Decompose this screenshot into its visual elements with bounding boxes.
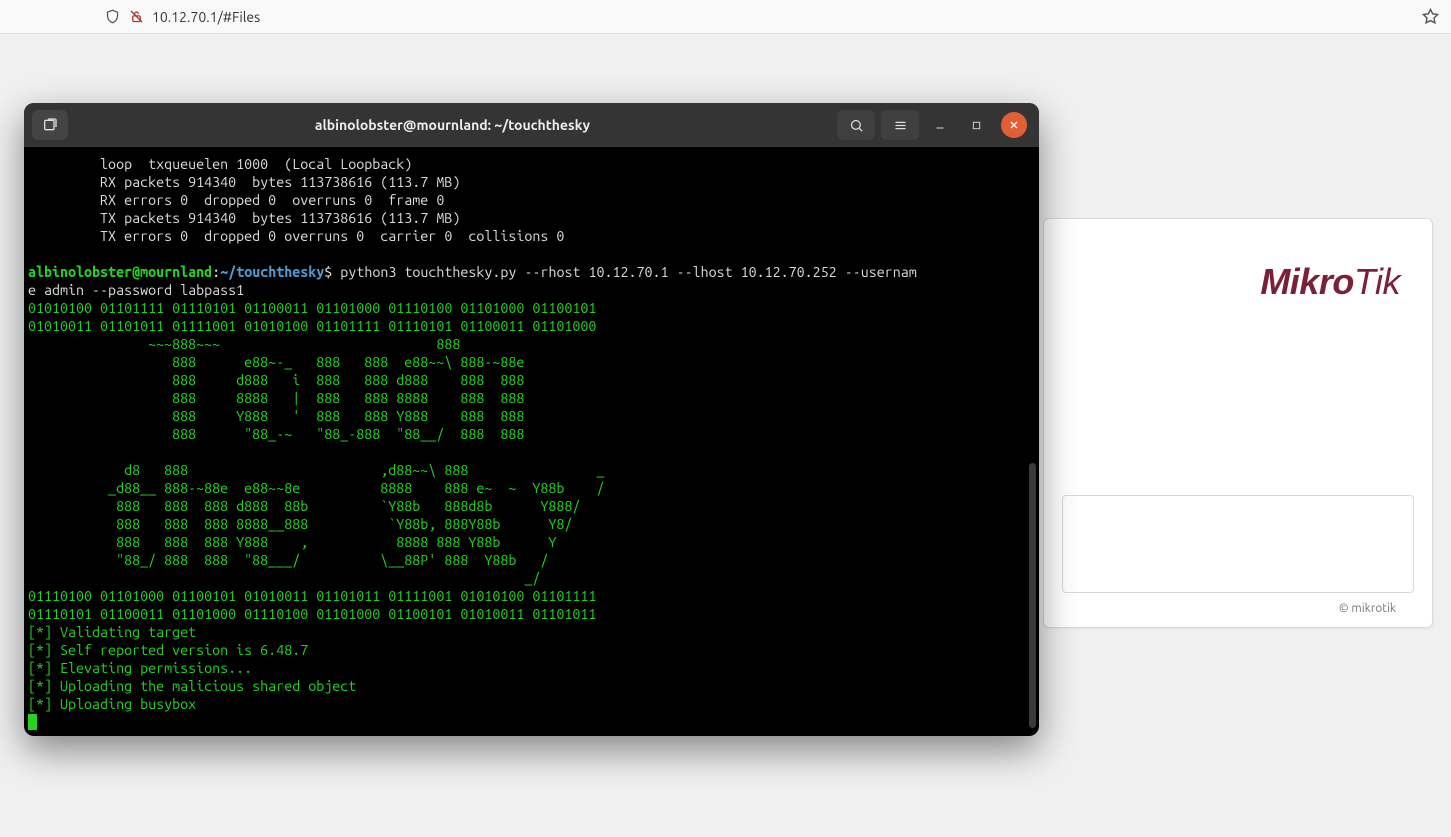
lock-slash-icon[interactable] (128, 9, 144, 25)
terminal-scrollbar[interactable] (1029, 463, 1036, 728)
mikrotik-footer: © mikrotik (1339, 602, 1396, 615)
prompt-user: albinolobster (28, 264, 132, 280)
ifconfig-output: loop txqueuelen 1000 (Local Loopback) RX… (28, 156, 564, 244)
hamburger-menu-button[interactable] (881, 110, 919, 140)
shield-icon[interactable] (104, 9, 120, 25)
mikrotik-logo: MikroTik (1260, 261, 1400, 303)
ascii-banner: 01010100 01101111 01110101 01100011 0110… (28, 300, 604, 622)
prompt-host: mournland (140, 264, 212, 280)
terminal-titlebar: albinolobster@mournland: ~/touchthesky (24, 103, 1039, 147)
terminal-body[interactable]: loop txqueuelen 1000 (Local Loopback) RX… (24, 147, 1039, 736)
close-button[interactable] (1001, 112, 1027, 138)
terminal-window: albinolobster@mournland: ~/touchthesky l… (24, 103, 1039, 736)
mikrotik-content-box (1062, 495, 1414, 593)
url-text[interactable]: 10.12.70.1/#Files (152, 9, 260, 25)
search-button[interactable] (837, 110, 875, 140)
maximize-button[interactable] (961, 110, 991, 140)
logo-text-prefix: Mikro (1260, 261, 1354, 302)
new-tab-button[interactable] (32, 110, 68, 140)
bookmark-star-icon[interactable] (1421, 8, 1439, 26)
minimize-button[interactable] (925, 110, 955, 140)
browser-address-bar: 10.12.70.1/#Files (0, 0, 1451, 34)
terminal-title: albinolobster@mournland: ~/touchthesky (74, 117, 831, 133)
logo-text-suffix: Tik (1354, 261, 1400, 302)
mikrotik-panel: MikroTik © mikrotik (1043, 218, 1433, 628)
prompt-path: ~/touchthesky (220, 264, 324, 280)
status-output: [*] Validating target [*] Self reported … (28, 624, 356, 712)
cursor (28, 714, 37, 730)
